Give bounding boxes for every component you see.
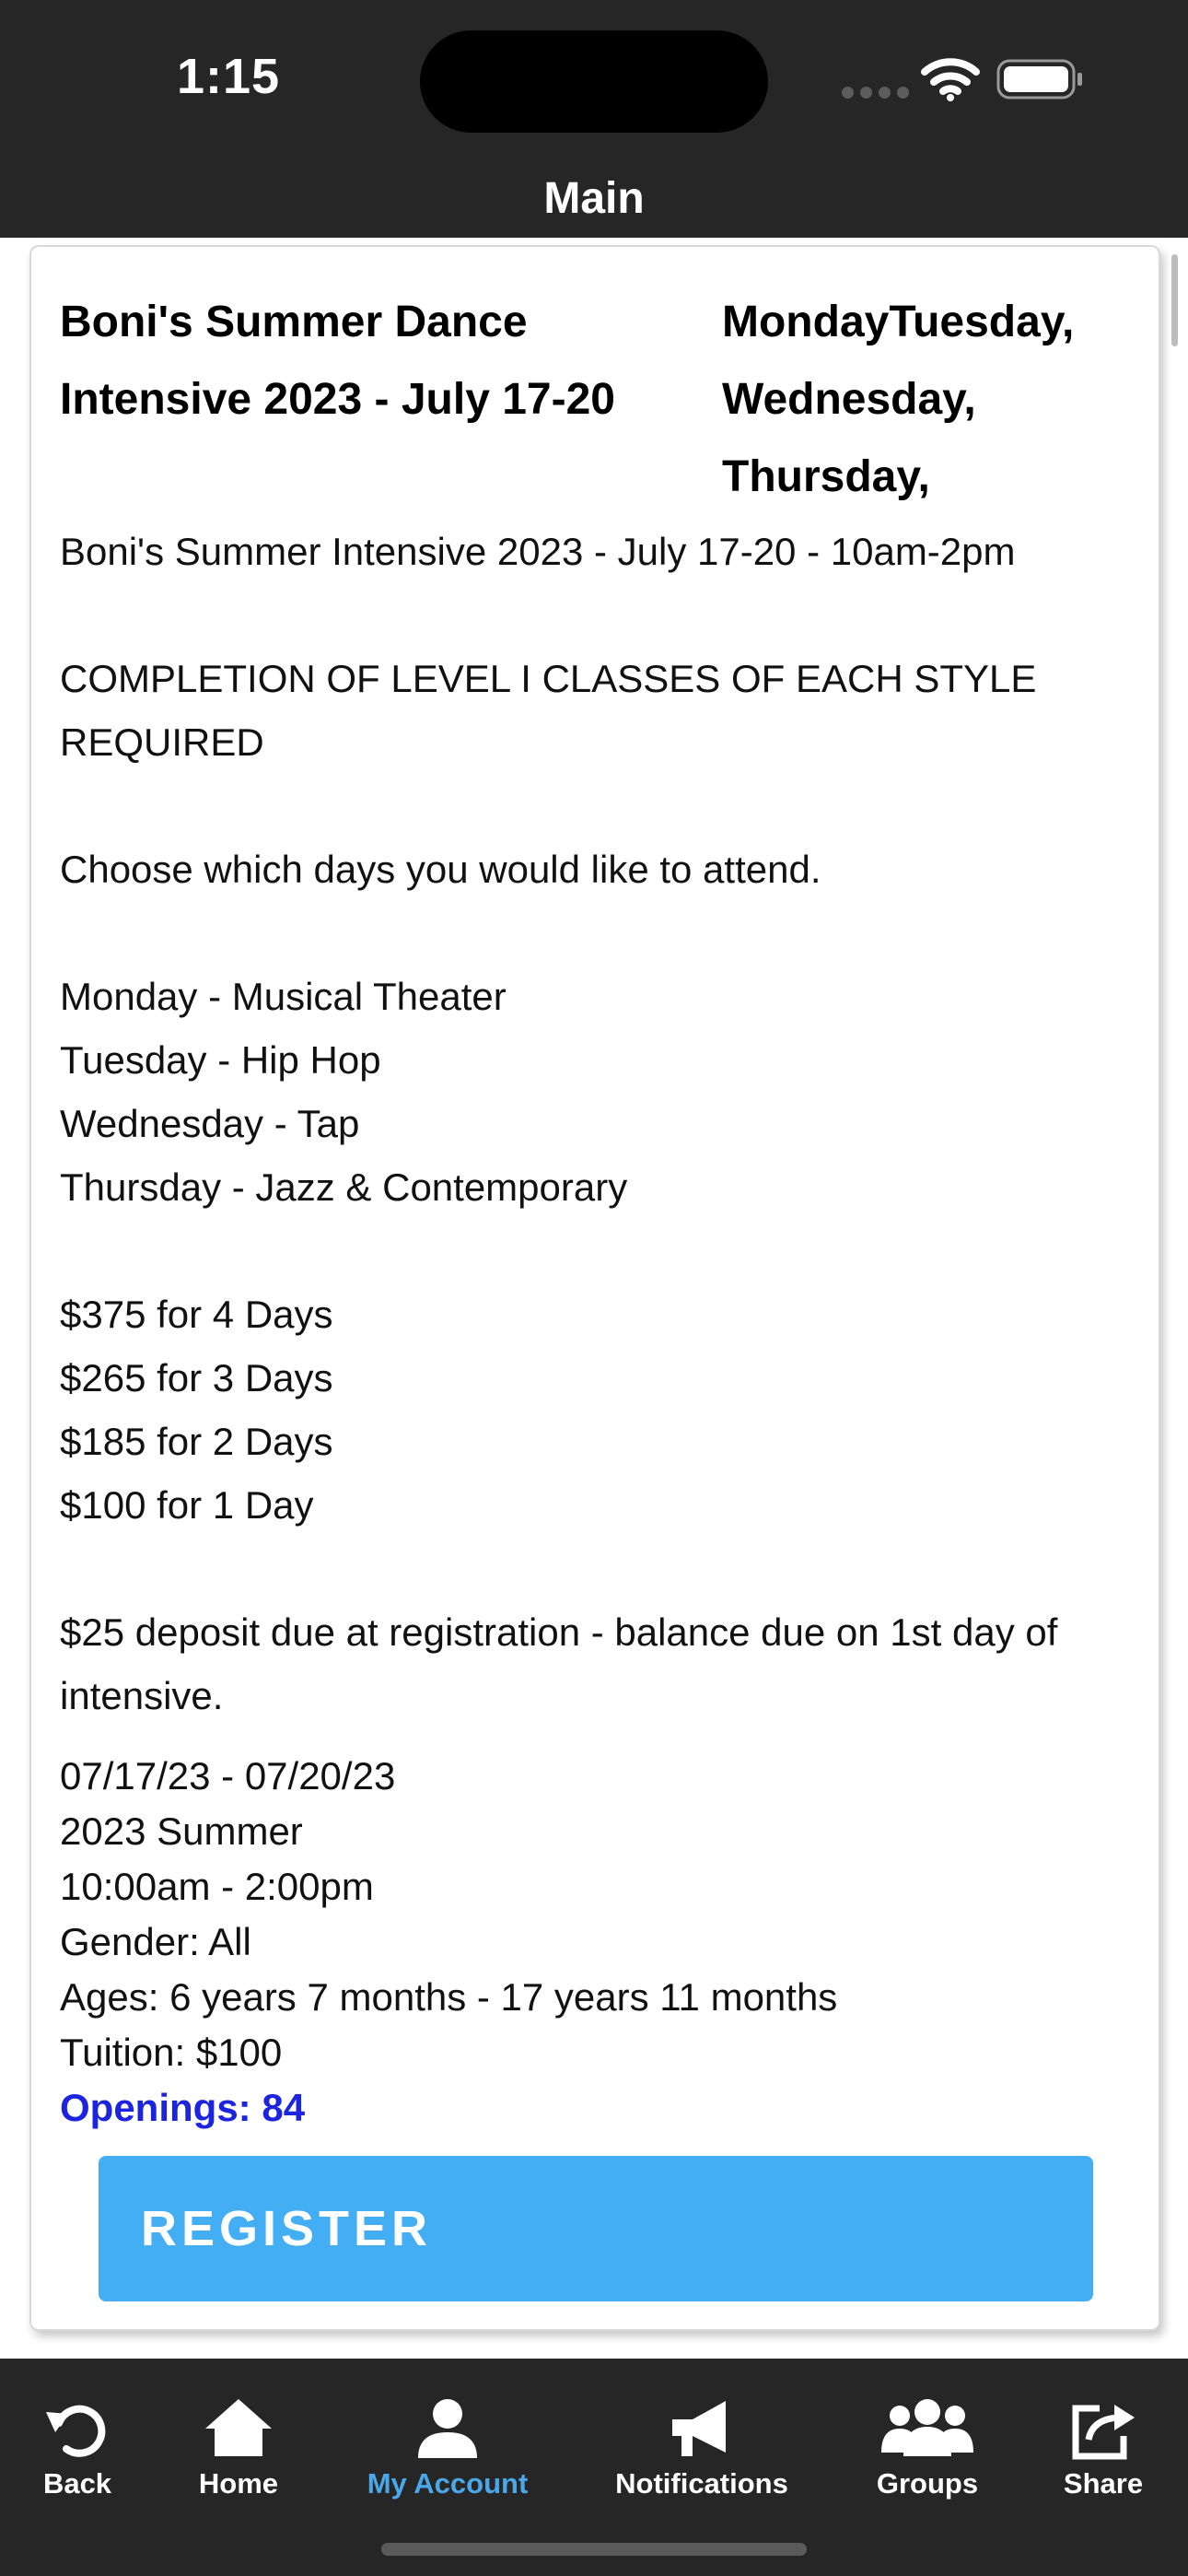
undo-arrow-icon (46, 2405, 106, 2457)
class-details: 07/17/23 - 07/20/23 2023 Summer 10:00am … (60, 1749, 1147, 2136)
tab-label: My Account (367, 2467, 529, 2500)
tab-label: Groups (876, 2467, 979, 2500)
description-line: Boni's Summer Intensive 2023 - July 17-2… (60, 530, 1016, 573)
tab-label: Back (42, 2467, 112, 2500)
tab-label: Notifications (615, 2467, 788, 2500)
megaphone-icon (672, 2401, 726, 2456)
description-line: Thursday - Jazz & Contemporary (60, 1165, 628, 1209)
class-session: 2023 Summer (60, 1809, 303, 1853)
share-icon (1072, 2405, 1135, 2460)
description-line: $375 for 4 Days (60, 1293, 333, 1336)
status-time: 1:15 (177, 49, 281, 104)
class-dates: 07/17/23 - 07/20/23 (60, 1754, 396, 1797)
description-line: Tuesday - Hip Hop (60, 1038, 381, 1082)
tab-label: Home (198, 2467, 279, 2500)
class-card: Boni's Summer Dance Intensive 2023 - Jul… (29, 245, 1160, 2331)
scrollbar[interactable] (1171, 254, 1178, 346)
class-days-line: Wednesday, (722, 375, 976, 424)
description-line: Choose which days you would like to atte… (60, 848, 821, 891)
tab-groups[interactable]: Groups (869, 2395, 985, 2500)
top-bar: 1:15 Main (0, 0, 1188, 238)
page-title: Main (543, 174, 645, 223)
class-days-line: Thursday, (722, 452, 930, 501)
class-ages: Ages: 6 years 7 months - 17 years 11 mon… (60, 1975, 838, 2019)
class-days: MondayTuesday, Wednesday, Thursday, (722, 284, 1155, 516)
tab-label: Share (1063, 2467, 1144, 2500)
class-tuition: Tuition: $100 (60, 2031, 283, 2074)
home-icon (205, 2399, 272, 2456)
class-name: Boni's Summer Dance Intensive 2023 - Jul… (60, 298, 615, 424)
description-line: Wednesday - Tap (60, 1102, 360, 1145)
description-line: $100 for 1 Day (60, 1483, 314, 1527)
tab-share[interactable]: Share (1054, 2395, 1153, 2500)
cellular-signal-icon (842, 87, 915, 103)
class-description: Boni's Summer Intensive 2023 - July 17-2… (60, 520, 1165, 1727)
dynamic-island (420, 30, 768, 133)
description-line: COMPLETION OF LEVEL I CLASSES OF EACH ST… (60, 657, 1037, 764)
battery-icon (996, 59, 1082, 100)
person-icon (418, 2399, 477, 2458)
description-line: $265 for 3 Days (60, 1356, 333, 1399)
class-time: 10:00am - 2:00pm (60, 1865, 374, 1908)
main-content[interactable]: Boni's Summer Dance Intensive 2023 - Jul… (0, 238, 1188, 2359)
class-openings: Openings: 84 (60, 2086, 306, 2129)
description-line: $185 for 2 Days (60, 1420, 333, 1463)
tab-back[interactable]: Back (28, 2395, 127, 2500)
register-button[interactable]: REGISTER (99, 2156, 1093, 2301)
class-days-line: MondayTuesday, (722, 298, 1075, 346)
tab-home[interactable]: Home (184, 2395, 293, 2500)
group-icon (881, 2399, 973, 2456)
tab-notifications[interactable]: Notifications (610, 2395, 794, 2500)
class-gender: Gender: All (60, 1920, 251, 1963)
tab-my-account[interactable]: My Account (355, 2395, 540, 2500)
description-line: $25 deposit due at registration - balanc… (60, 1610, 1058, 1717)
description-line: Monday - Musical Theater (60, 975, 507, 1018)
wifi-icon (921, 58, 980, 101)
home-indicator[interactable] (381, 2543, 807, 2556)
